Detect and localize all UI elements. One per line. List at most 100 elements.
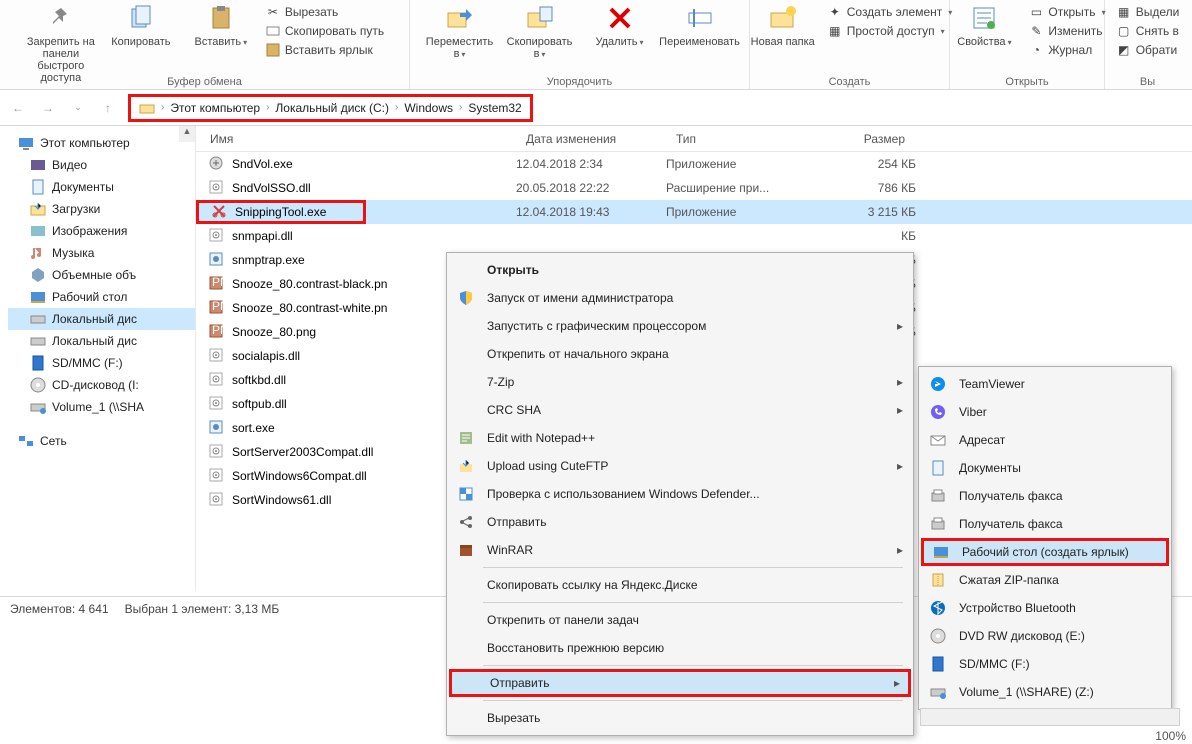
ctx-item-4[interactable]: 7-Zip▸ — [449, 368, 911, 396]
selectall-icon: ▦ — [1116, 4, 1132, 20]
paste-shortcut-button[interactable]: Вставить ярлык — [265, 42, 384, 58]
ribbon: Закрепить на панели быстрого доступа Коп… — [0, 0, 1192, 90]
sendto-item-1[interactable]: Viber — [921, 398, 1169, 426]
col-name[interactable]: Имя — [196, 132, 516, 146]
pin-button[interactable]: Закрепить на панели быстрого доступа — [25, 2, 97, 84]
paste-button[interactable]: Вставить — [185, 2, 257, 48]
tree-item-10[interactable]: SD/MMC (F:) — [8, 352, 195, 374]
disk-icon — [30, 333, 46, 349]
breadcrumb[interactable]: › Этот компьютер› Локальный диск (C:)› W… — [128, 94, 533, 122]
ctx-item-9[interactable]: Отправить — [449, 508, 911, 536]
ctx-item-19[interactable]: Вырезать — [449, 704, 911, 732]
ctx-item-5[interactable]: CRC SHA▸ — [449, 396, 911, 424]
sendto-item-5[interactable]: Получатель факса — [921, 510, 1169, 538]
submenu-arrow-icon: ▸ — [897, 319, 903, 333]
zoom-label: 100% — [1155, 729, 1186, 743]
nav-tree[interactable]: ▲ Этот компьютерВидеоДокументыЗагрузкиИз… — [0, 126, 196, 591]
sendto-item-4[interactable]: Получатель факса — [921, 482, 1169, 510]
easy-access-button[interactable]: ▦Простой доступ — [827, 23, 953, 39]
svg-text:PNG: PNG — [212, 323, 224, 337]
file-row[interactable]: snmpapi.dllКБ — [196, 224, 1192, 248]
npp-icon — [457, 429, 475, 447]
recent-button[interactable]: ⌄ — [68, 102, 88, 113]
docs-icon — [30, 179, 46, 195]
tree-item-11[interactable]: CD-дисковод (I: — [8, 374, 195, 396]
ctx-item-10[interactable]: WinRAR▸ — [449, 536, 911, 564]
png-icon: PNG — [208, 323, 226, 341]
tree-item-9[interactable]: Локальный дис — [8, 330, 195, 352]
tree-item-6[interactable]: Объемные объ — [8, 264, 195, 286]
context-menu[interactable]: ОткрытьЗапуск от имени администратораЗап… — [446, 252, 914, 736]
file-row[interactable]: SndVolSSO.dll20.05.2018 22:22Расширение … — [196, 176, 1192, 200]
tree-scroll-up[interactable]: ▲ — [179, 126, 195, 142]
open-button[interactable]: ▭Открыть — [1028, 4, 1105, 20]
copy-button[interactable]: Копировать — [105, 2, 177, 48]
select-none-button[interactable]: ▢Снять в — [1116, 23, 1180, 39]
ctx-item-12[interactable]: Скопировать ссылку на Яндекс.Диске — [449, 571, 911, 599]
dvd-icon — [929, 627, 947, 645]
history-button[interactable]: ◔Журнал — [1028, 42, 1105, 58]
zip-icon — [929, 571, 947, 589]
select-all-button[interactable]: ▦Выдели — [1116, 4, 1180, 20]
ctx-item-3[interactable]: Открепить от начального экрана — [449, 340, 911, 368]
move-to-button[interactable]: Переместить в — [424, 2, 496, 60]
new-item-button[interactable]: ✦Создать элемент — [827, 4, 953, 20]
col-date[interactable]: Дата изменения — [516, 132, 666, 146]
tree-item-8[interactable]: Локальный дис — [8, 308, 195, 330]
sendto-item-10[interactable]: SD/MMC (F:) — [921, 650, 1169, 678]
blank-icon — [460, 674, 478, 692]
pc-icon — [139, 100, 155, 116]
col-size[interactable]: Размер — [816, 132, 916, 146]
sendto-item-6[interactable]: Рабочий стол (создать ярлык) — [921, 538, 1169, 566]
ctx-item-14[interactable]: Открепить от панели задач — [449, 606, 911, 634]
shield-icon — [457, 289, 475, 307]
tree-item-2[interactable]: Документы — [8, 176, 195, 198]
rename-button[interactable]: Переименовать — [664, 2, 736, 48]
tree-item-3[interactable]: Загрузки — [8, 198, 195, 220]
tree-item-12[interactable]: Volume_1 (\\SHA — [8, 396, 195, 418]
file-row[interactable]: SndVol.exe12.04.2018 2:34Приложение254 К… — [196, 152, 1192, 176]
file-row[interactable]: SnippingTool.exe12.04.2018 19:43Приложен… — [196, 200, 1192, 224]
ctx-item-8[interactable]: Проверка с использованием Windows Defend… — [449, 480, 911, 508]
sendto-item-7[interactable]: Сжатая ZIP-папка — [921, 566, 1169, 594]
navbar: ← → ⌄ ↑ › Этот компьютер› Локальный диск… — [0, 90, 1192, 126]
scissors-icon: ✂ — [265, 4, 281, 20]
tree-item-7[interactable]: Рабочий стол — [8, 286, 195, 308]
new-folder-button[interactable]: Новая папка — [747, 2, 819, 48]
copy-path-button[interactable]: Скопировать путь — [265, 23, 384, 39]
ctx-item-0[interactable]: Открыть — [449, 256, 911, 284]
ctx-item-2[interactable]: Запустить с графическим процессором▸ — [449, 312, 911, 340]
sendto-submenu[interactable]: TeamViewerViberАдресатДокументыПолучател… — [918, 366, 1172, 710]
column-headers[interactable]: Имя Дата изменения Тип Размер — [196, 126, 1192, 152]
properties-button[interactable]: Свойства — [948, 2, 1020, 48]
open-icon: ▭ — [1028, 4, 1044, 20]
ctx-item-15[interactable]: Восстановить прежнюю версию — [449, 634, 911, 662]
ctx-item-1[interactable]: Запуск от имени администратора — [449, 284, 911, 312]
tree-item-0[interactable]: Этот компьютер — [8, 132, 195, 154]
png-icon: PNG — [208, 275, 226, 293]
back-button[interactable]: ← — [8, 101, 28, 115]
tree-item-5[interactable]: Музыка — [8, 242, 195, 264]
sendto-item-0[interactable]: TeamViewer — [921, 370, 1169, 398]
ctx-item-17[interactable]: Отправить▸ — [449, 669, 911, 697]
svg-text:PNG: PNG — [212, 299, 224, 313]
sendto-item-3[interactable]: Документы — [921, 454, 1169, 482]
delete-button[interactable]: Удалить — [584, 2, 656, 48]
tree-item-13[interactable]: Сеть — [8, 430, 195, 452]
tree-item-4[interactable]: Изображения — [8, 220, 195, 242]
up-button[interactable]: ↑ — [98, 101, 118, 115]
sendto-item-11[interactable]: Volume_1 (\\SHARE) (Z:) — [921, 678, 1169, 706]
col-type[interactable]: Тип — [666, 132, 816, 146]
sendto-item-2[interactable]: Адресат — [921, 426, 1169, 454]
sendto-item-9[interactable]: DVD RW дисковод (E:) — [921, 622, 1169, 650]
sendto-item-8[interactable]: Устройство Bluetooth — [921, 594, 1169, 622]
forward-button[interactable]: → — [38, 101, 58, 115]
ctx-item-6[interactable]: Edit with Notepad++ — [449, 424, 911, 452]
h-scrollbar[interactable] — [920, 708, 1180, 726]
tree-item-1[interactable]: Видео — [8, 154, 195, 176]
invert-selection-button[interactable]: ◩Обрати — [1116, 42, 1180, 58]
copy-to-button[interactable]: Скопировать в — [504, 2, 576, 60]
cut-button[interactable]: ✂Вырезать — [265, 4, 384, 20]
ctx-item-7[interactable]: Upload using CuteFTP▸ — [449, 452, 911, 480]
edit-button[interactable]: ✎Изменить — [1028, 23, 1105, 39]
